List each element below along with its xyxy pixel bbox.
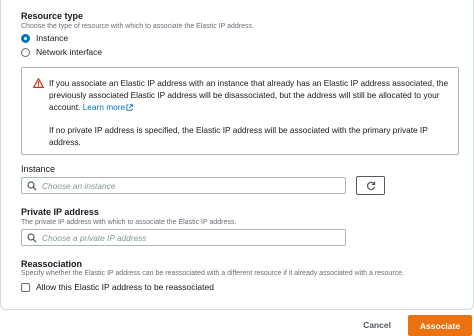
private-ip-description: The private IP address with which to ass… — [21, 219, 237, 226]
learn-more-link[interactable]: Learn more — [83, 102, 133, 112]
radio-label-network-interface: Network interface — [36, 47, 103, 57]
associate-eip-panel: Resource type Choose the type of resourc… — [0, 0, 474, 310]
instance-label: Instance — [21, 164, 56, 174]
warning-message: If you associate an Elastic IP address w… — [49, 77, 454, 113]
private-ip-placeholder: Choose a private IP address — [42, 232, 147, 243]
private-ip-select[interactable]: Choose a private IP address — [21, 229, 346, 246]
search-icon — [27, 180, 37, 190]
associate-button[interactable]: Associate — [408, 315, 472, 336]
radio-unselected-icon[interactable] — [21, 47, 30, 57]
warning-alert: If you associate an Elastic IP address w… — [21, 67, 459, 155]
reassociation-title: Reassociation — [21, 259, 83, 269]
instance-select[interactable]: Choose an instance — [21, 177, 346, 194]
resource-type-description: Choose the type of resource with which t… — [21, 23, 254, 30]
external-link-icon — [126, 104, 133, 111]
refresh-button[interactable] — [356, 176, 385, 195]
refresh-icon — [366, 181, 375, 190]
search-icon — [27, 232, 37, 242]
radio-selected-icon[interactable] — [21, 33, 30, 43]
private-ip-label: Private IP address — [21, 207, 99, 217]
cancel-button[interactable]: Cancel — [355, 316, 399, 334]
radio-label-instance: Instance — [36, 33, 69, 43]
reassociation-checkbox-row[interactable]: Allow this Elastic IP address to be reas… — [21, 282, 214, 292]
warning-note: If no private IP address is specified, t… — [49, 125, 428, 147]
radio-option-network-interface[interactable]: Network interface — [21, 47, 102, 57]
radio-option-instance[interactable]: Instance — [21, 33, 68, 43]
reassociation-checkbox[interactable] — [21, 282, 30, 292]
reassociation-description: Specify whether the Elastic IP address c… — [21, 270, 404, 277]
instance-placeholder: Choose an instance — [42, 180, 116, 191]
warning-triangle-icon — [33, 78, 44, 88]
reassociation-checkbox-label: Allow this Elastic IP address to be reas… — [36, 282, 214, 292]
resource-type-title: Resource type — [21, 11, 84, 21]
